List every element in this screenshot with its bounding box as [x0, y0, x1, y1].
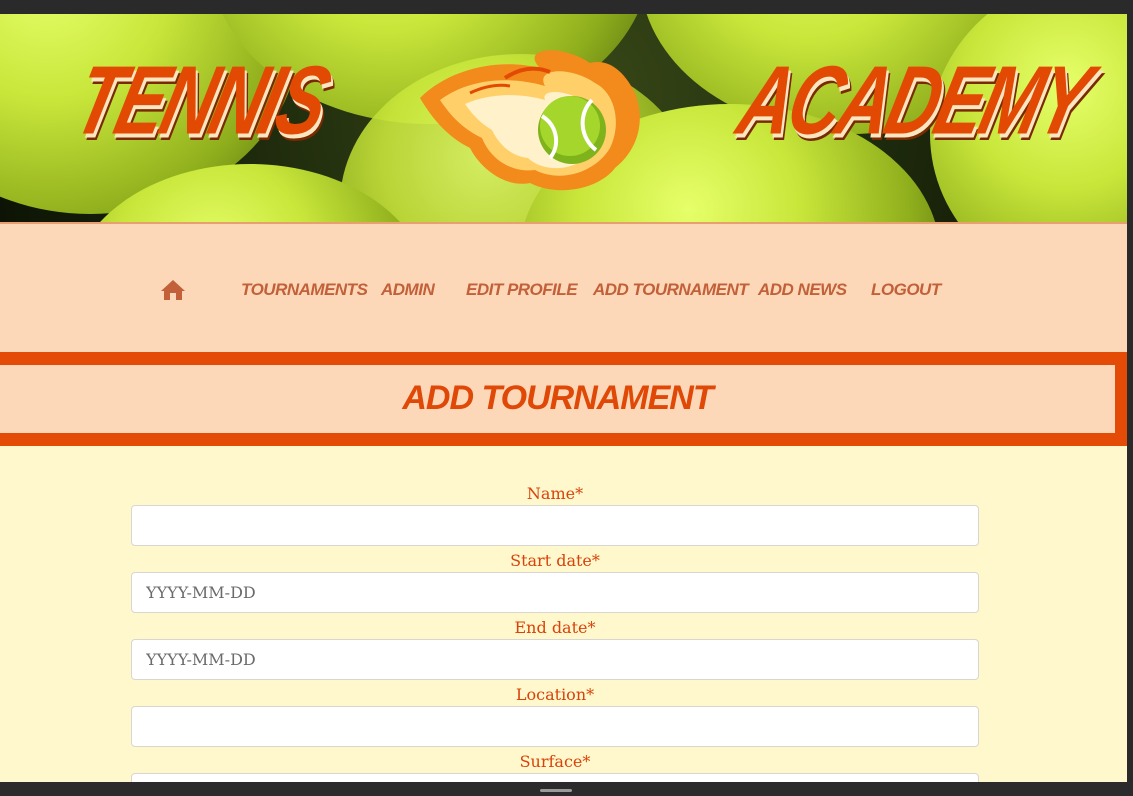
banner-title-right: ACADEMY — [728, 47, 1099, 155]
name-label: Name* — [526, 484, 584, 503]
page-viewport: TENNIS ACADEMY TOURNAMENTS ADMIN EDIT PR… — [0, 14, 1127, 782]
surface-label: Surface* — [519, 752, 591, 771]
end-date-field[interactable] — [131, 639, 979, 680]
header-banner: TENNIS ACADEMY — [0, 14, 1127, 222]
resize-handle[interactable] — [540, 789, 572, 792]
name-field[interactable] — [131, 505, 979, 546]
window-top-edge — [0, 0, 1133, 14]
nav-item-add-news[interactable]: ADD NEWS — [758, 280, 847, 300]
start-date-field[interactable] — [131, 572, 979, 613]
banner-title-left: TENNIS — [64, 47, 338, 155]
page-title-frame: ADD TOURNAMENT — [0, 352, 1127, 446]
window-right-edge — [1127, 14, 1133, 782]
page-title-panel: ADD TOURNAMENT — [0, 365, 1115, 433]
surface-field[interactable] — [131, 773, 979, 782]
nav-item-add-tournament[interactable]: ADD TOURNAMENT — [593, 280, 749, 300]
location-field[interactable] — [131, 706, 979, 747]
nav-item-logout[interactable]: LOGOUT — [871, 280, 941, 300]
home-icon[interactable] — [160, 278, 186, 302]
start-date-label: Start date* — [510, 551, 600, 570]
nav-item-admin[interactable]: ADMIN — [381, 280, 435, 300]
flaming-tennis-ball-logo — [420, 50, 640, 191]
main-navigation: TOURNAMENTS ADMIN EDIT PROFILE ADD TOURN… — [0, 222, 1127, 352]
nav-item-tournaments[interactable]: TOURNAMENTS — [241, 280, 368, 300]
end-date-label: End date* — [514, 618, 596, 637]
nav-item-edit-profile[interactable]: EDIT PROFILE — [466, 280, 578, 300]
location-label: Location* — [515, 685, 595, 704]
page-title: ADD TOURNAMENT — [402, 379, 713, 417]
